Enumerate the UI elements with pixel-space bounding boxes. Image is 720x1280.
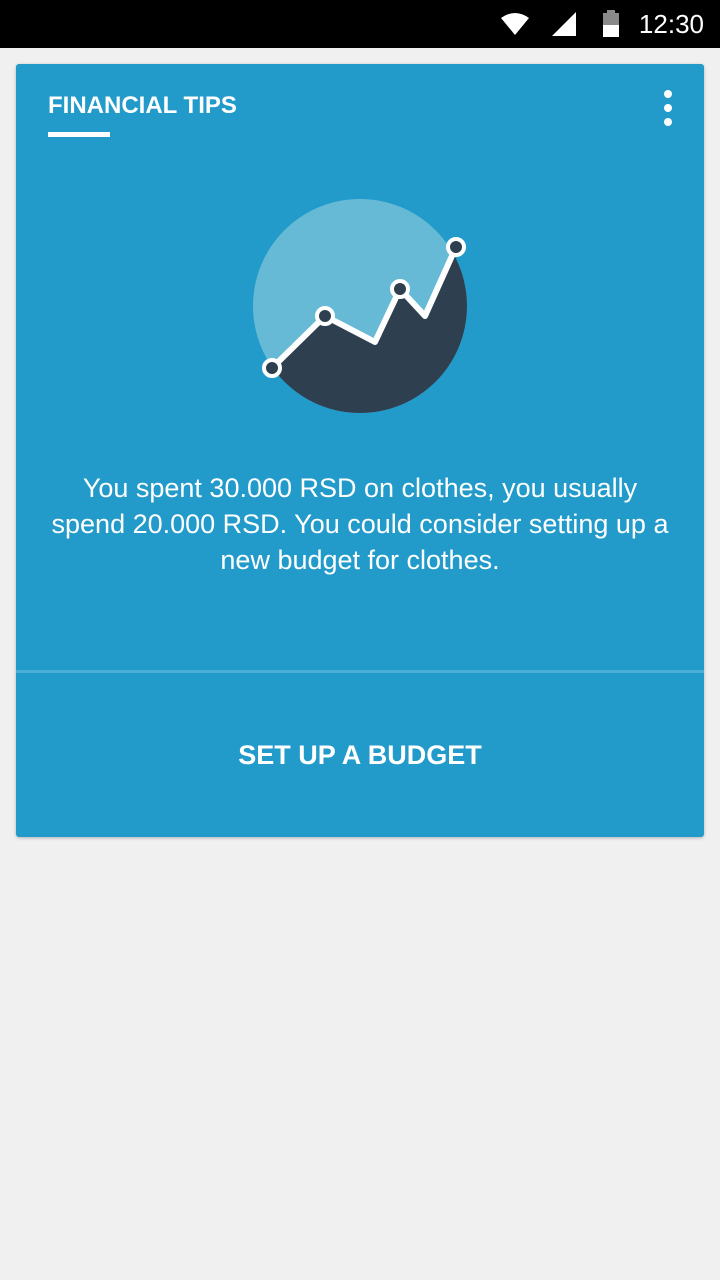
- status-bar: 12:30: [0, 0, 720, 48]
- battery-icon: [603, 10, 619, 37]
- wifi-icon: [501, 13, 529, 35]
- trend-chart-icon: [253, 199, 467, 413]
- card-title: FINANCIAL TIPS: [48, 92, 237, 119]
- tip-message: You spent 30.000 RSD on clothes, you usu…: [51, 473, 669, 575]
- set-up-budget-button[interactable]: SET UP A BUDGET: [16, 673, 704, 837]
- more-vert-icon[interactable]: [656, 88, 680, 128]
- financial-tips-card: FINANCIAL TIPS You spent 30.000 RSD on c…: [16, 64, 704, 837]
- set-up-budget-label: SET UP A BUDGET: [238, 739, 482, 770]
- title-underline: [48, 132, 110, 137]
- cell-signal-icon: [552, 12, 576, 36]
- status-time: 12:30: [638, 9, 704, 39]
